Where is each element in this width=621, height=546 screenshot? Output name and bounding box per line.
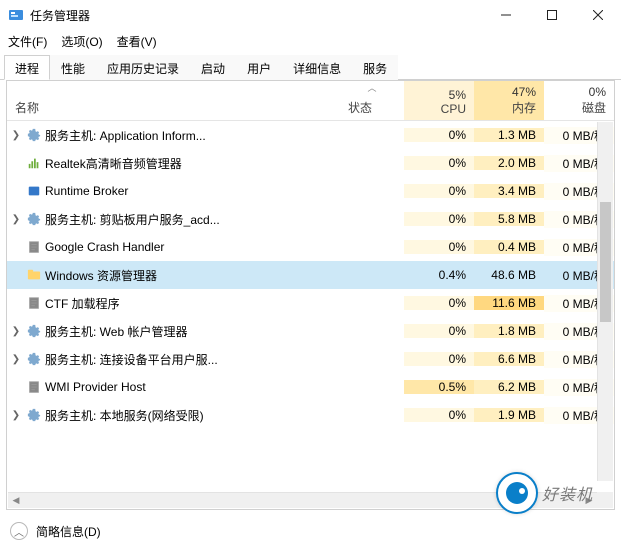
memory-value: 11.6 MB xyxy=(474,296,544,310)
menu-file[interactable]: 文件(F) xyxy=(8,33,47,50)
sort-indicator-icon: ︿ xyxy=(367,81,376,94)
tab-details[interactable]: 详细信息 xyxy=(282,55,352,80)
tab-services[interactable]: 服务 xyxy=(352,55,398,80)
cpu-value: 0% xyxy=(404,128,474,142)
tab-startup[interactable]: 启动 xyxy=(190,55,236,80)
process-row[interactable]: Google Crash Handler0%0.4 MB0 MB/秒 xyxy=(7,233,614,261)
tab-performance[interactable]: 性能 xyxy=(50,55,96,80)
collapse-toggle-icon[interactable]: ︿ xyxy=(10,522,28,540)
col-name[interactable]: 名称 xyxy=(7,81,340,120)
cpu-value: 0% xyxy=(404,212,474,226)
process-icon xyxy=(25,351,43,367)
cpu-value: 0% xyxy=(404,324,474,338)
expand-icon[interactable]: ❯ xyxy=(7,354,25,365)
process-name: 服务主机: Application Inform... xyxy=(43,127,340,144)
process-icon xyxy=(25,239,43,255)
memory-value: 5.8 MB xyxy=(474,212,544,226)
window-title: 任务管理器 xyxy=(30,7,483,24)
process-row[interactable]: ❯服务主机: 连接设备平台用户服...0%6.6 MB0 MB/秒 xyxy=(7,345,614,373)
process-icon xyxy=(25,323,43,339)
memory-value: 3.4 MB xyxy=(474,184,544,198)
process-icon xyxy=(25,379,43,395)
process-icon xyxy=(25,267,43,283)
expand-icon[interactable]: ❯ xyxy=(7,410,25,421)
process-row[interactable]: Windows 资源管理器0.4%48.6 MB0 MB/秒 xyxy=(7,261,614,289)
window-controls xyxy=(483,0,621,30)
app-icon xyxy=(8,7,24,23)
menu-view[interactable]: 查看(V) xyxy=(117,33,157,50)
process-row[interactable]: Realtek高清晰音频管理器0%2.0 MB0 MB/秒 xyxy=(7,149,614,177)
expand-icon[interactable]: ❯ xyxy=(7,326,25,337)
process-row[interactable]: ❯服务主机: Web 帐户管理器0%1.8 MB0 MB/秒 xyxy=(7,317,614,345)
process-name: 服务主机: 连接设备平台用户服... xyxy=(43,351,340,368)
cpu-value: 0% xyxy=(404,184,474,198)
process-name: WMI Provider Host xyxy=(43,380,340,394)
maximize-button[interactable] xyxy=(529,0,575,30)
footer-label[interactable]: 简略信息(D) xyxy=(36,523,101,540)
process-rows: ❯服务主机: Application Inform...0%1.3 MB0 MB… xyxy=(7,121,614,509)
process-name: 服务主机: 剪贴板用户服务_acd... xyxy=(43,211,340,228)
minimize-button[interactable] xyxy=(483,0,529,30)
memory-value: 1.3 MB xyxy=(474,128,544,142)
process-icon xyxy=(25,211,43,227)
cpu-value: 0.4% xyxy=(404,268,474,282)
col-disk[interactable]: 0% 磁盘 xyxy=(544,81,614,120)
process-icon xyxy=(25,127,43,143)
column-headers: 名称 ︿ 状态 5% CPU 47% 内存 0% 磁盘 xyxy=(7,81,614,121)
cpu-value: 0% xyxy=(404,352,474,366)
memory-value: 6.6 MB xyxy=(474,352,544,366)
process-list: 名称 ︿ 状态 5% CPU 47% 内存 0% 磁盘 ❯ 服务主机: Appli… xyxy=(6,80,615,510)
cpu-value: 0% xyxy=(404,408,474,422)
footer-bar: ︿ 简略信息(D) xyxy=(0,516,621,546)
process-row[interactable]: WMI Provider Host0.5%6.2 MB0 MB/秒 xyxy=(7,373,614,401)
process-name: Windows 资源管理器 xyxy=(43,267,340,284)
menu-bar: 文件(F) 选项(O) 查看(V) xyxy=(0,30,621,52)
horizontal-scrollbar[interactable]: ◀ ▶ xyxy=(8,492,597,508)
process-row[interactable]: CTF 加载程序0%11.6 MB0 MB/秒 xyxy=(7,289,614,317)
process-name: 服务主机: Web 帐户管理器 xyxy=(43,323,340,340)
memory-value: 6.2 MB xyxy=(474,380,544,394)
cpu-value: 0% xyxy=(404,296,474,310)
menu-options[interactable]: 选项(O) xyxy=(61,33,102,50)
scroll-right-icon[interactable]: ▶ xyxy=(581,493,597,508)
col-status[interactable]: ︿ 状态 xyxy=(340,81,404,120)
scroll-left-icon[interactable]: ◀ xyxy=(8,493,24,508)
close-button[interactable] xyxy=(575,0,621,30)
process-name: Realtek高清晰音频管理器 xyxy=(43,155,340,172)
col-memory[interactable]: 47% 内存 xyxy=(474,81,544,120)
process-icon xyxy=(25,295,43,311)
process-icon xyxy=(25,407,43,423)
tab-processes[interactable]: 进程 xyxy=(4,55,50,80)
expand-icon[interactable]: ❯ xyxy=(7,214,25,225)
process-icon xyxy=(25,183,43,199)
process-icon xyxy=(25,155,43,171)
cpu-value: 0.5% xyxy=(404,380,474,394)
process-row[interactable]: ❯服务主机: 剪贴板用户服务_acd...0%5.8 MB0 MB/秒 xyxy=(7,205,614,233)
expand-icon[interactable]: ❯ xyxy=(7,130,25,141)
process-row[interactable]: Runtime Broker0%3.4 MB0 MB/秒 xyxy=(7,177,614,205)
col-cpu[interactable]: 5% CPU xyxy=(404,81,474,120)
process-row[interactable]: ❯服务主机: 本地服务(网络受限)0%1.9 MB0 MB/秒 xyxy=(7,401,614,429)
memory-value: 1.8 MB xyxy=(474,324,544,338)
scrollbar-thumb[interactable] xyxy=(600,202,611,322)
tab-strip: 进程 性能 应用历史记录 启动 用户 详细信息 服务 xyxy=(0,54,621,80)
process-name: CTF 加载程序 xyxy=(43,295,340,312)
vertical-scrollbar[interactable] xyxy=(597,122,613,481)
process-name: Runtime Broker xyxy=(43,184,340,198)
memory-value: 0.4 MB xyxy=(474,240,544,254)
scroll-corner xyxy=(597,492,613,508)
process-row[interactable]: ❯服务主机: Application Inform...0%1.3 MB0 MB… xyxy=(7,121,614,149)
memory-value: 1.9 MB xyxy=(474,408,544,422)
process-name: Google Crash Handler xyxy=(43,240,340,254)
memory-value: 2.0 MB xyxy=(474,156,544,170)
cpu-value: 0% xyxy=(404,240,474,254)
cpu-value: 0% xyxy=(404,156,474,170)
tab-app-history[interactable]: 应用历史记录 xyxy=(96,55,190,80)
tab-users[interactable]: 用户 xyxy=(236,55,282,80)
process-name: 服务主机: 本地服务(网络受限) xyxy=(43,407,340,424)
memory-value: 48.6 MB xyxy=(474,268,544,282)
title-bar: 任务管理器 xyxy=(0,0,621,30)
